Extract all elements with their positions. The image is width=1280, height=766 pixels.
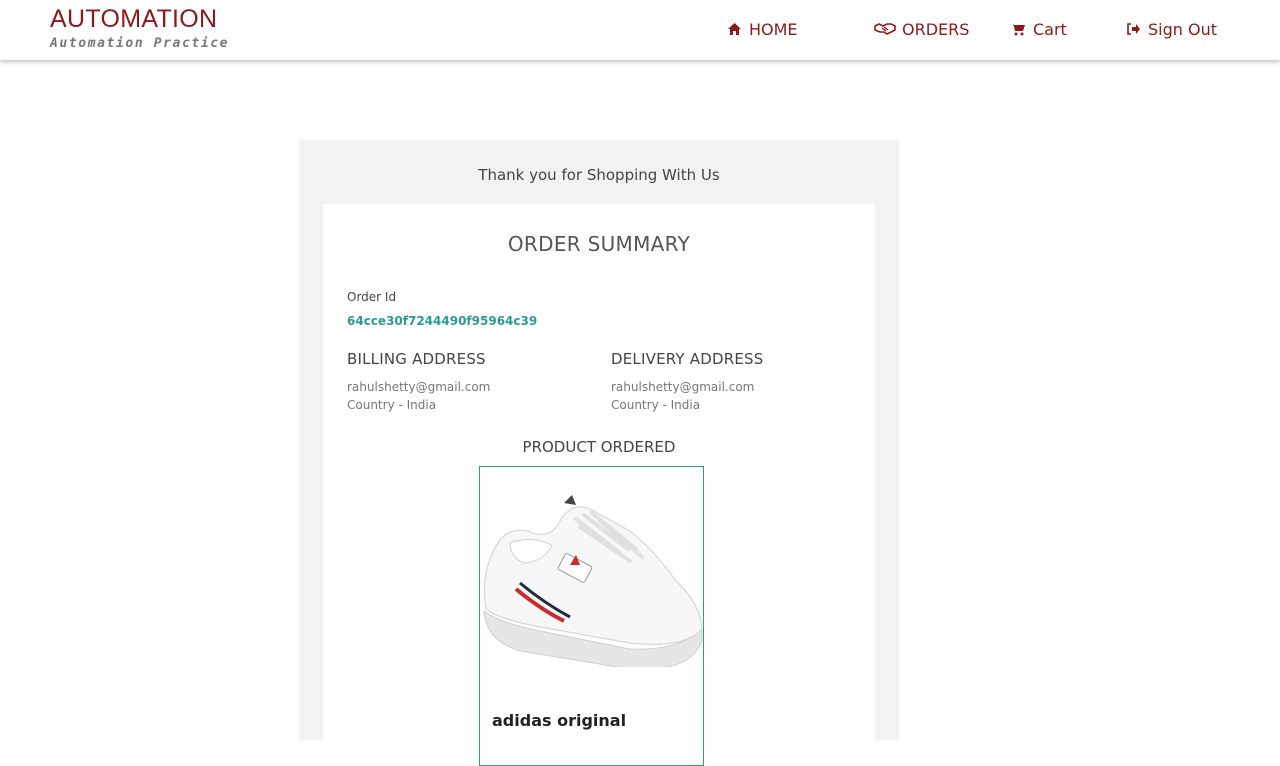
- nav-sign-out-label: Sign Out: [1148, 19, 1217, 39]
- delivery-address-title: DELIVERY ADDRESS: [611, 350, 764, 368]
- sign-out-icon: [1124, 21, 1142, 37]
- order-summary-card: ORDER SUMMARY Order Id 64cce30f7244490f9…: [323, 204, 875, 766]
- nav-orders-label: ORDERS: [902, 19, 970, 39]
- billing-email: rahulshetty@gmail.com: [347, 380, 491, 394]
- top-nav-bar: AUTOMATION Automation Practice HOME ORDE…: [0, 0, 1280, 60]
- nav-orders-button[interactable]: ORDERS: [874, 18, 969, 40]
- nav-home-button[interactable]: HOME: [725, 18, 798, 40]
- home-icon: [725, 21, 743, 37]
- product-name: adidas original: [492, 711, 627, 730]
- delivery-email: rahulshetty@gmail.com: [611, 380, 755, 394]
- product-card: adidas original: [479, 466, 704, 766]
- nav-home-label: HOME: [749, 19, 798, 39]
- product-ordered-heading: PRODUCT ORDERED: [522, 438, 676, 456]
- order-id-label: Order Id: [347, 290, 397, 304]
- nav-cart-button[interactable]: Cart: [1009, 18, 1067, 40]
- handshake-icon: [874, 21, 896, 37]
- delivery-address: DELIVERY ADDRESS rahulshetty@gmail.com C…: [611, 350, 851, 412]
- brand[interactable]: AUTOMATION Automation Practice: [50, 5, 229, 51]
- billing-country: Country - India: [347, 398, 437, 412]
- order-summary-title: ORDER SUMMARY: [507, 232, 691, 256]
- brand-title: AUTOMATION: [50, 5, 218, 33]
- nav-cart-label: Cart: [1033, 19, 1067, 39]
- order-confirmation-panel: Thank you for Shopping With Us ORDER SUM…: [299, 140, 899, 766]
- delivery-country: Country - India: [611, 398, 701, 412]
- cart-icon: [1009, 21, 1027, 37]
- billing-address: BILLING ADDRESS rahulshetty@gmail.com Co…: [347, 350, 587, 412]
- nav-sign-out-button[interactable]: Sign Out: [1124, 18, 1217, 40]
- order-id-value: 64cce30f7244490f95964c39: [347, 314, 538, 328]
- sneaker-image: [483, 495, 703, 667]
- thank-you-message: Thank you for Shopping With Us: [478, 166, 720, 184]
- billing-address-title: BILLING ADDRESS: [347, 350, 486, 368]
- brand-subtitle: Automation Practice: [50, 36, 230, 51]
